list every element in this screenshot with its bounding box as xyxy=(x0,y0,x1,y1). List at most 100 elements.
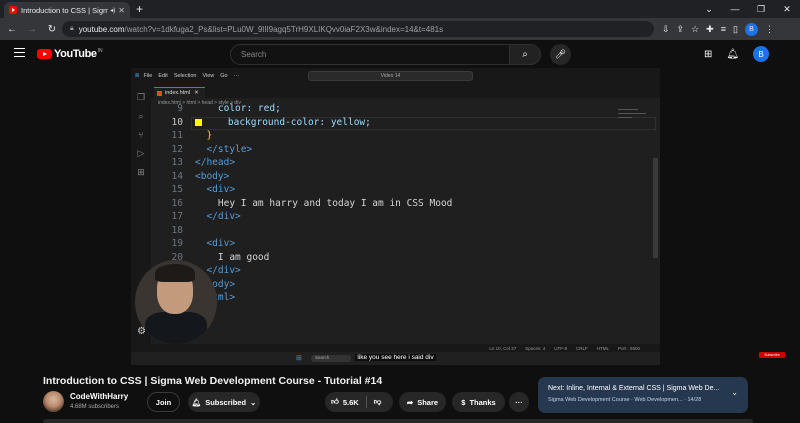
editor-tabs-bar xyxy=(151,84,660,98)
line-number: 18 xyxy=(171,225,183,236)
next-video-playlist: Sigma Web Development Course · Web Devel… xyxy=(548,397,702,403)
code-line: </div> xyxy=(195,211,241,222)
code-line: color: red; xyxy=(195,103,281,114)
profile-avatar[interactable]: B xyxy=(744,22,758,36)
editor-file-tab-label: index.html xyxy=(165,90,191,96)
chevron-down-icon[interactable]: ⌄ xyxy=(696,0,722,18)
editor-menu-go: Go xyxy=(220,73,228,79)
close-tab-icon[interactable]: ✕ xyxy=(118,6,125,15)
code-line: </head> xyxy=(195,157,236,168)
account-avatar[interactable]: B xyxy=(753,46,770,62)
editor-menu-file: File xyxy=(143,73,153,79)
line-number: 9 xyxy=(177,103,183,114)
thumbs-down-icon[interactable]: 👎︎ xyxy=(374,397,382,407)
line-number: 17 xyxy=(171,211,183,222)
notifications-bell-icon[interactable]: 🔔︎ xyxy=(726,49,739,60)
editor-menu-more: ··· xyxy=(233,73,240,79)
editor-minimap xyxy=(618,106,652,126)
next-video-card[interactable]: Next: Inline, Internal & External CSS | … xyxy=(538,377,748,413)
explorer-icon: ❐ xyxy=(136,92,146,102)
thanks-label: Thanks xyxy=(469,397,496,407)
extensions-icon: ⊞ xyxy=(137,167,145,177)
reload-icon[interactable]: ↻ xyxy=(44,24,60,35)
video-title: Introduction to CSS | Sigma Web Developm… xyxy=(43,375,383,387)
back-arrow-icon[interactable]: ← xyxy=(4,24,20,35)
subscriber-count: 4.68M subscribers xyxy=(70,404,120,410)
subscribe-badge: Subscribe xyxy=(759,352,785,358)
thumbs-up-icon[interactable]: 👍︎ xyxy=(331,397,339,407)
chevron-down-icon[interactable]: ⌄ xyxy=(731,388,738,397)
editor-menu-view: View xyxy=(202,73,215,79)
bell-icon: 🔔︎ xyxy=(191,397,202,407)
youtube-header: YouTube IN Search ⌕ 🎤︎ ⊞ 🔔︎ B xyxy=(0,40,800,68)
media-icon[interactable]: ≡ xyxy=(721,24,726,34)
close-window-button[interactable]: ✕ xyxy=(774,0,800,18)
thanks-icon: $ xyxy=(461,397,466,407)
forward-arrow-icon[interactable]: → xyxy=(24,24,40,35)
subscribed-label: Subscribed xyxy=(205,397,247,407)
presenter-shirt xyxy=(145,312,207,344)
youtube-logo[interactable]: YouTube IN xyxy=(37,48,103,60)
line-number: 10 xyxy=(171,117,183,128)
tab-title: Introduction to CSS | Sigma xyxy=(21,5,109,15)
star-icon[interactable]: ☆ xyxy=(691,24,699,35)
presenter-webcam xyxy=(135,260,217,344)
status-port: Port : 5500 xyxy=(617,345,640,351)
thanks-button[interactable]: $ Thanks xyxy=(452,392,505,412)
line-number: 19 xyxy=(171,238,183,249)
code-line: <div> xyxy=(195,184,236,195)
browser-tab-strip: Introduction to CSS | Sigma ◂) ✕ + ⌄ — ❐… xyxy=(0,0,800,18)
description-box[interactable] xyxy=(43,419,753,423)
line-number: 16 xyxy=(171,198,183,209)
presenter-hair xyxy=(155,264,195,282)
voice-search-button[interactable]: 🎤︎ xyxy=(550,44,571,65)
search-icon: ⌕ xyxy=(522,49,528,60)
share-page-icon[interactable]: ⇪ xyxy=(677,24,685,35)
code-line: Hey I am harry and today I am in CSS Moo… xyxy=(195,198,453,209)
line-number: 15 xyxy=(171,184,183,195)
browser-tab[interactable]: Introduction to CSS | Sigma ◂) ✕ xyxy=(4,2,130,18)
status-encoding: UTF-8 xyxy=(554,345,567,351)
like-count[interactable]: 5.6K xyxy=(343,398,359,407)
next-video-title: Next: Inline, Internal & External CSS | … xyxy=(548,385,720,392)
color-swatch xyxy=(195,119,202,126)
download-icon[interactable]: ⇩ xyxy=(662,24,670,35)
extensions-icon[interactable]: ✚ xyxy=(706,24,714,35)
line-number: 12 xyxy=(171,144,183,155)
side-panel-icon[interactable]: ▯ xyxy=(733,24,738,35)
code-editor: 9 color: red; 10 background-color: yello… xyxy=(151,103,656,348)
more-actions-button[interactable]: ··· xyxy=(509,392,529,412)
editor-menu-selection: Selection xyxy=(173,73,197,79)
code-line: <div> xyxy=(195,238,236,249)
line-number: 13 xyxy=(171,157,183,168)
code-line: I am good xyxy=(195,252,270,263)
search-button[interactable]: ⌕ xyxy=(510,44,541,65)
subscribed-button[interactable]: 🔔︎ Subscribed ⌄ xyxy=(188,392,260,412)
speaker-icon[interactable]: ◂) xyxy=(110,7,115,14)
line-number: 14 xyxy=(171,171,183,182)
status-eol: CRLF xyxy=(575,345,588,351)
search-icon: ⌕ xyxy=(138,111,144,121)
join-button[interactable]: Join xyxy=(147,392,180,412)
youtube-wordmark: YouTube xyxy=(54,48,97,60)
join-label: Join xyxy=(155,397,172,407)
channel-name[interactable]: CodeWithHarry xyxy=(70,392,128,401)
create-video-icon[interactable]: ⊞ xyxy=(704,49,712,60)
video-player[interactable]: ⧈ File Edit Selection View Go ··· Video … xyxy=(131,68,660,365)
address-bar[interactable]: 🔒︎ youtube.com/watch?v=1dkfuga2_Ps&list=… xyxy=(62,21,654,37)
hamburger-menu-icon[interactable] xyxy=(14,48,25,57)
share-button[interactable]: ➦ Share xyxy=(399,392,446,412)
maximize-button[interactable]: ❐ xyxy=(748,0,774,18)
code-line: </style> xyxy=(195,144,253,155)
settings-gear-icon: ⚙ xyxy=(137,326,146,337)
search-input[interactable]: Search xyxy=(230,44,510,65)
window-controls: ⌄ — ❐ ✕ xyxy=(696,0,800,18)
like-dislike-group: 👍︎ 5.6K 👎︎ xyxy=(325,392,393,412)
code-line: <body> xyxy=(195,171,230,182)
channel-avatar[interactable] xyxy=(43,391,64,412)
new-tab-button[interactable]: + xyxy=(136,2,143,16)
minimize-button[interactable]: — xyxy=(722,0,748,18)
kebab-menu-icon[interactable]: ⋮ xyxy=(765,24,774,35)
lock-icon[interactable]: 🔒︎ xyxy=(70,25,74,33)
url-text: youtube.com/watch?v=1dkfuga2_Ps&list=PLu… xyxy=(78,24,444,34)
